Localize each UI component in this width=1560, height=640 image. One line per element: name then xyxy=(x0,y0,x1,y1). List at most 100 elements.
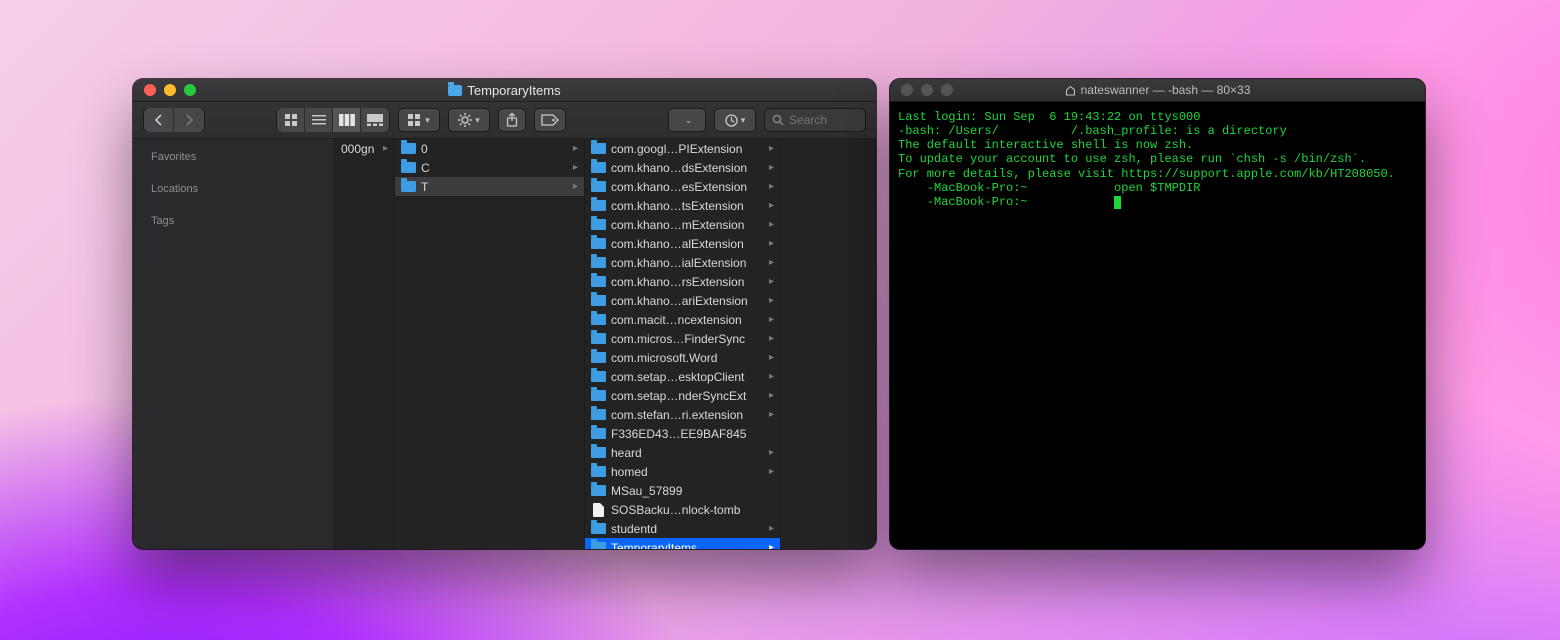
folder-row[interactable]: com.stefan…ri.extension▸ xyxy=(585,405,780,424)
row-label: com.khano…esExtension xyxy=(611,180,764,194)
folder-icon xyxy=(591,371,606,382)
terminal-window: nateswanner — -bash — 80×33 Last login: … xyxy=(890,79,1425,549)
folder-icon xyxy=(401,143,416,154)
traffic-lights xyxy=(133,84,196,96)
sidebar-header-locations[interactable]: Locations xyxy=(133,181,334,201)
view-list-button[interactable] xyxy=(305,108,333,132)
folder-row[interactable]: homed▸ xyxy=(585,462,780,481)
close-button[interactable] xyxy=(901,84,913,96)
tags-button[interactable] xyxy=(534,108,566,132)
view-gallery-button[interactable] xyxy=(361,108,389,132)
folder-row[interactable]: studentd▸ xyxy=(585,519,780,538)
path-button[interactable]: ⌄ xyxy=(668,108,706,132)
terminal-titlebar[interactable]: nateswanner — -bash — 80×33 xyxy=(890,79,1425,102)
folder-row[interactable]: 0▸ xyxy=(395,139,584,158)
terminal-line: The default interactive shell is now zsh… xyxy=(898,138,1417,152)
chevron-right-icon: ▸ xyxy=(769,219,774,230)
forward-button[interactable] xyxy=(174,108,204,132)
folder-icon xyxy=(591,390,606,401)
folder-icon xyxy=(401,181,416,192)
folder-row[interactable]: com.khano…mExtension▸ xyxy=(585,215,780,234)
row-label: T xyxy=(421,180,568,194)
column-2[interactable]: com.googl…PIExtension▸com.khano…dsExtens… xyxy=(585,139,781,549)
folder-row[interactable]: com.googl…PIExtension▸ xyxy=(585,139,780,158)
folder-row[interactable]: com.khano…dsExtension▸ xyxy=(585,158,780,177)
chevron-right-icon: ▸ xyxy=(769,276,774,287)
folder-row[interactable]: com.khano…ialExtension▸ xyxy=(585,253,780,272)
column-view: 000gn▸ 0▸C▸T▸ com.googl…PIExtension▸com.… xyxy=(335,139,876,549)
folder-row[interactable]: com.khano…esExtension▸ xyxy=(585,177,780,196)
folder-icon xyxy=(591,466,606,477)
finder-toolbar: ▾ ▾ ⌄ ▾ xyxy=(133,102,876,139)
folder-row[interactable]: com.micros…FinderSync ▸ xyxy=(585,329,780,348)
row-label: heard xyxy=(611,446,764,460)
folder-icon xyxy=(591,352,606,363)
view-columns-button[interactable] xyxy=(333,108,361,132)
zoom-button[interactable] xyxy=(184,84,196,96)
traffic-lights xyxy=(890,84,953,96)
sidebar-header-favorites[interactable]: Favorites xyxy=(133,149,334,169)
search-icon xyxy=(772,114,784,126)
folder-icon xyxy=(591,257,606,268)
folder-row[interactable]: T▸ xyxy=(395,177,584,196)
folder-icon xyxy=(448,85,462,96)
back-button[interactable] xyxy=(144,108,174,132)
folder-row[interactable]: C▸ xyxy=(395,158,584,177)
column-3[interactable] xyxy=(781,139,876,549)
view-group xyxy=(276,108,390,132)
close-button[interactable] xyxy=(144,84,156,96)
terminal-body[interactable]: Last login: Sun Sep 6 19:43:22 on ttys00… xyxy=(890,102,1425,217)
chevron-right-icon: ▸ xyxy=(769,352,774,363)
folder-row[interactable]: com.setap…esktopClient▸ xyxy=(585,367,780,386)
sidebar-header-tags[interactable]: Tags xyxy=(133,213,334,233)
folder-row[interactable]: MSau_57899 xyxy=(585,481,780,500)
row-label: SOSBacku…nlock-tomb xyxy=(611,503,774,517)
chevron-right-icon: ▸ xyxy=(769,143,774,154)
row-label: com.khano…tsExtension xyxy=(611,199,764,213)
folder-row[interactable]: F336ED43…EE9BAF845 xyxy=(585,424,780,443)
share-button[interactable] xyxy=(498,108,526,132)
chevron-right-icon: ▸ xyxy=(769,409,774,420)
row-label: com.micros…FinderSync xyxy=(611,332,764,346)
folder-row[interactable]: SOSBacku…nlock-tomb xyxy=(585,500,780,519)
group-by-button[interactable]: ▾ xyxy=(398,108,440,132)
folder-row[interactable]: heard ▸ xyxy=(585,443,780,462)
window-title: TemporaryItems xyxy=(133,83,876,98)
chevron-right-icon: ▸ xyxy=(573,162,578,173)
action-button[interactable]: ▾ xyxy=(448,108,490,132)
folder-row[interactable]: com.khano…alExtension▸ xyxy=(585,234,780,253)
search-input[interactable] xyxy=(789,113,858,127)
chevron-right-icon: ▸ xyxy=(573,181,578,192)
folder-row[interactable]: com.khano…rsExtension▸ xyxy=(585,272,780,291)
folder-row[interactable]: com.setap…nderSyncExt▸ xyxy=(585,386,780,405)
column-0[interactable]: 000gn▸ xyxy=(335,139,395,549)
row-label: F336ED43…EE9BAF845 xyxy=(611,427,774,441)
folder-icon xyxy=(591,143,606,154)
folder-row-selected[interactable]: TemporaryItems▸ xyxy=(585,538,780,549)
chevron-right-icon: ▸ xyxy=(769,447,774,458)
column-1[interactable]: 0▸C▸T▸ xyxy=(395,139,585,549)
finder-sidebar: Favorites Locations Tags xyxy=(133,139,335,549)
row-label: com.macit…ncextension xyxy=(611,313,764,327)
zoom-button[interactable] xyxy=(941,84,953,96)
folder-icon xyxy=(591,200,606,211)
chevron-right-icon: ▸ xyxy=(769,333,774,344)
view-icons-button[interactable] xyxy=(277,108,305,132)
row-label: 0 xyxy=(421,142,568,156)
row-label: com.khano…alExtension xyxy=(611,237,764,251)
folder-row[interactable]: com.khano…tsExtension▸ xyxy=(585,196,780,215)
chevron-right-icon: ▸ xyxy=(769,371,774,382)
folder-row[interactable]: com.microsoft.Word▸ xyxy=(585,348,780,367)
chevron-right-icon: ▸ xyxy=(769,314,774,325)
terminal-title: nateswanner — -bash — 80×33 xyxy=(890,83,1425,97)
row-label: com.khano…ialExtension xyxy=(611,256,764,270)
search-field[interactable] xyxy=(764,108,866,132)
minimize-button[interactable] xyxy=(921,84,933,96)
minimize-button[interactable] xyxy=(164,84,176,96)
finder-titlebar[interactable]: TemporaryItems xyxy=(133,79,876,102)
folder-row[interactable]: 000gn▸ xyxy=(335,139,394,158)
folder-row[interactable]: com.khano…ariExtension▸ xyxy=(585,291,780,310)
folder-icon xyxy=(591,447,606,458)
folder-row[interactable]: com.macit…ncextension ▸ xyxy=(585,310,780,329)
recent-button[interactable]: ▾ xyxy=(714,108,756,132)
